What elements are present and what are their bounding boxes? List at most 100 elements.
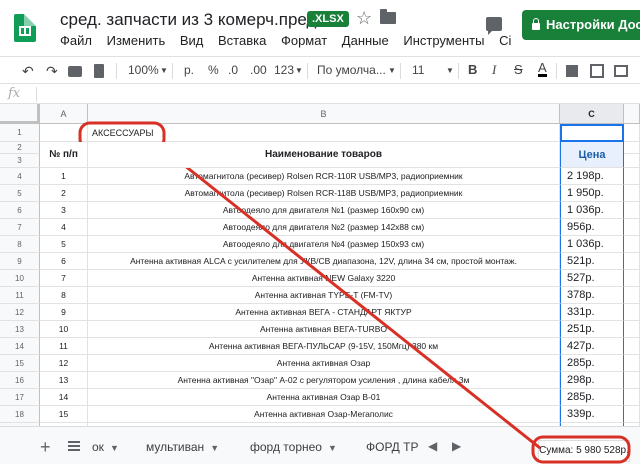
cell-price[interactable]: 2 198р.	[560, 168, 624, 185]
bold-button[interactable]: B	[468, 62, 477, 77]
row-number[interactable]: 11	[0, 287, 40, 304]
table-row[interactable]: 8 5 Автоодеяло для двигателя №4 (размер 15…	[0, 236, 640, 253]
cell-price[interactable]: 285р.	[560, 355, 624, 372]
cell-name[interactable]: Антенна активная "Озар" A-02 с регулятор…	[88, 372, 560, 389]
row-number[interactable]: 18	[0, 406, 40, 423]
cell-name[interactable]: Наименование товаров	[88, 142, 560, 168]
cell-number[interactable]: № п/п	[40, 142, 88, 168]
sum-indicator[interactable]: Сумма: 5 980 528р.	[538, 440, 630, 462]
add-sheet-icon[interactable]: +	[40, 437, 51, 458]
cell-price[interactable]: 285р.	[560, 389, 624, 406]
cell-name[interactable]: Антенна активная ALCA с усилителем для У…	[88, 253, 560, 270]
menu-format[interactable]: Формат	[281, 33, 327, 48]
table-row[interactable]: 2 № п/п Наименование товаров Цена	[0, 142, 640, 168]
row-number[interactable]: 9	[0, 253, 40, 270]
cell-name[interactable]: Антенна активная ВЕГА-ПУЛЬСАР (9-15V, 15…	[88, 338, 560, 355]
row-number[interactable]: 1	[0, 124, 40, 142]
scroll-right-icon[interactable]: ▶	[452, 439, 461, 453]
table-row[interactable]: 4 1 Автомагнитола (ресивер) Rolsen RCR-110…	[0, 168, 640, 185]
strikethrough-button[interactable]: S	[514, 62, 523, 77]
cell-name[interactable]: Автоодеяло для двигателя №4 (размер 150х…	[88, 236, 560, 253]
cell-empty[interactable]	[624, 236, 640, 253]
menu-more[interactable]: Сі	[499, 33, 511, 48]
font-select[interactable]: По умолча...	[317, 63, 386, 77]
sheet-tab[interactable]: ок ▼	[92, 440, 119, 454]
cell-number[interactable]: 10	[40, 321, 88, 338]
cell-name[interactable]: Антенна активная NEW Galaxy 3220	[88, 270, 560, 287]
cell-empty[interactable]	[624, 406, 640, 423]
cell-number[interactable]: 1	[40, 168, 88, 185]
cell-number[interactable]: 12	[40, 355, 88, 372]
cell-price[interactable]: 251р.	[560, 321, 624, 338]
table-row[interactable]: 1 АКСЕССУАРЫ	[0, 124, 640, 142]
cell-empty[interactable]	[624, 185, 640, 202]
undo-icon[interactable]: ↶	[22, 63, 34, 80]
cell-name[interactable]: Автомагнитола (ресивер) Rolsen RCR-110R …	[88, 168, 560, 185]
row-number[interactable]: 10	[0, 270, 40, 287]
table-row[interactable]: 17 14 Антенна активная Озар B-01 285р.	[0, 389, 640, 406]
cell-name[interactable]: Автоодеяло для двигателя №1 (размер 160х…	[88, 202, 560, 219]
currency-format-button[interactable]: р.	[184, 63, 194, 77]
cell-empty[interactable]	[624, 124, 640, 142]
cell-price[interactable]: 339р.	[560, 406, 624, 423]
cell-name[interactable]: Антенна активная ВЕГА - СТАНДАРТ ЯКТУР	[88, 304, 560, 321]
cell-price[interactable]: 956р.	[560, 219, 624, 236]
cell-price[interactable]: 527р.	[560, 270, 624, 287]
cell-price[interactable]: 1 036р.	[560, 236, 624, 253]
comments-icon[interactable]	[486, 17, 502, 35]
cell-number[interactable]: 6	[40, 253, 88, 270]
table-row[interactable]: 6 3 Автоодеяло для двигателя №1 (размер 16…	[0, 202, 640, 219]
select-all-corner[interactable]	[0, 104, 40, 124]
column-header-c[interactable]: C	[560, 104, 624, 124]
row-number[interactable]: 3	[0, 154, 40, 168]
text-color-button[interactable]: A	[538, 61, 547, 77]
table-row[interactable]: 11 8 Антенна активная TYPE-T (FM-TV) 378р.	[0, 287, 640, 304]
cell-number[interactable]: 7	[40, 270, 88, 287]
row-number[interactable]: 4	[0, 168, 40, 185]
folder-icon[interactable]	[380, 9, 396, 24]
cell-number[interactable]: 9	[40, 304, 88, 321]
row-number[interactable]: 14	[0, 338, 40, 355]
more-formats-button[interactable]: 123	[274, 63, 294, 77]
cell-number[interactable]	[40, 124, 88, 142]
table-row[interactable]: 9 6 Антенна активная ALCA с усилителем для…	[0, 253, 640, 270]
table-row[interactable]: 15 12 Антенна активная Озар 285р.	[0, 355, 640, 372]
star-icon[interactable]: ☆	[356, 8, 372, 29]
cell-empty[interactable]	[624, 154, 640, 168]
decrease-decimal-button[interactable]: .0	[228, 63, 238, 77]
row-number[interactable]: 17	[0, 389, 40, 406]
row-number[interactable]: 12	[0, 304, 40, 321]
menu-tools[interactable]: Инструменты	[403, 33, 484, 48]
fill-color-icon[interactable]	[566, 65, 578, 77]
row-number[interactable]: 6	[0, 202, 40, 219]
cell-number[interactable]: 3	[40, 202, 88, 219]
cell-price[interactable]: 1 036р.	[560, 202, 624, 219]
cell-empty[interactable]	[624, 202, 640, 219]
row-number[interactable]: 13	[0, 321, 40, 338]
cell-name[interactable]: АКСЕССУАРЫ	[88, 124, 560, 142]
cell-empty[interactable]	[624, 253, 640, 270]
cell-empty[interactable]	[624, 219, 640, 236]
table-row[interactable]: 13 10 Антенна активная ВЕГА-TURBO 251р.	[0, 321, 640, 338]
merge-cells-icon[interactable]	[614, 65, 628, 77]
cell-price[interactable]: 521р.	[560, 253, 624, 270]
table-row[interactable]: 12 9 Антенна активная ВЕГА - СТАНДАРТ ЯКТУ…	[0, 304, 640, 321]
cell-number[interactable]: 14	[40, 389, 88, 406]
table-row[interactable]: 7 4 Автоодеяло для двигателя №2 (размер 14…	[0, 219, 640, 236]
increase-decimal-button[interactable]: .00	[250, 63, 267, 77]
sheet-tab[interactable]: ФОРД ТР	[366, 440, 418, 454]
redo-icon[interactable]: ↷	[46, 63, 58, 80]
row-number[interactable]: 15	[0, 355, 40, 372]
table-row[interactable]: 16 13 Антенна активная "Озар" A-02 с регул…	[0, 372, 640, 389]
cell-price[interactable]: 298р.	[560, 372, 624, 389]
table-row[interactable]: 14 11 Антенна активная ВЕГА-ПУЛЬСАР (9-15V…	[0, 338, 640, 355]
sheets-logo-icon[interactable]	[14, 14, 36, 42]
menu-data[interactable]: Данные	[342, 33, 389, 48]
cell-name[interactable]: Автомагнитола (ресивер) Rolsen RCR-118B …	[88, 185, 560, 202]
paint-format-icon[interactable]	[94, 64, 104, 78]
document-title[interactable]: сред. запчасти из 3 комерч.предл	[60, 10, 326, 30]
formula-bar[interactable]: fx	[0, 85, 640, 104]
cell-name[interactable]: Антенна активная Озар-Мегаполис	[88, 406, 560, 423]
cell-name[interactable]: Антенна активная TYPE-T (FM-TV)	[88, 287, 560, 304]
column-header-d[interactable]	[624, 104, 640, 124]
